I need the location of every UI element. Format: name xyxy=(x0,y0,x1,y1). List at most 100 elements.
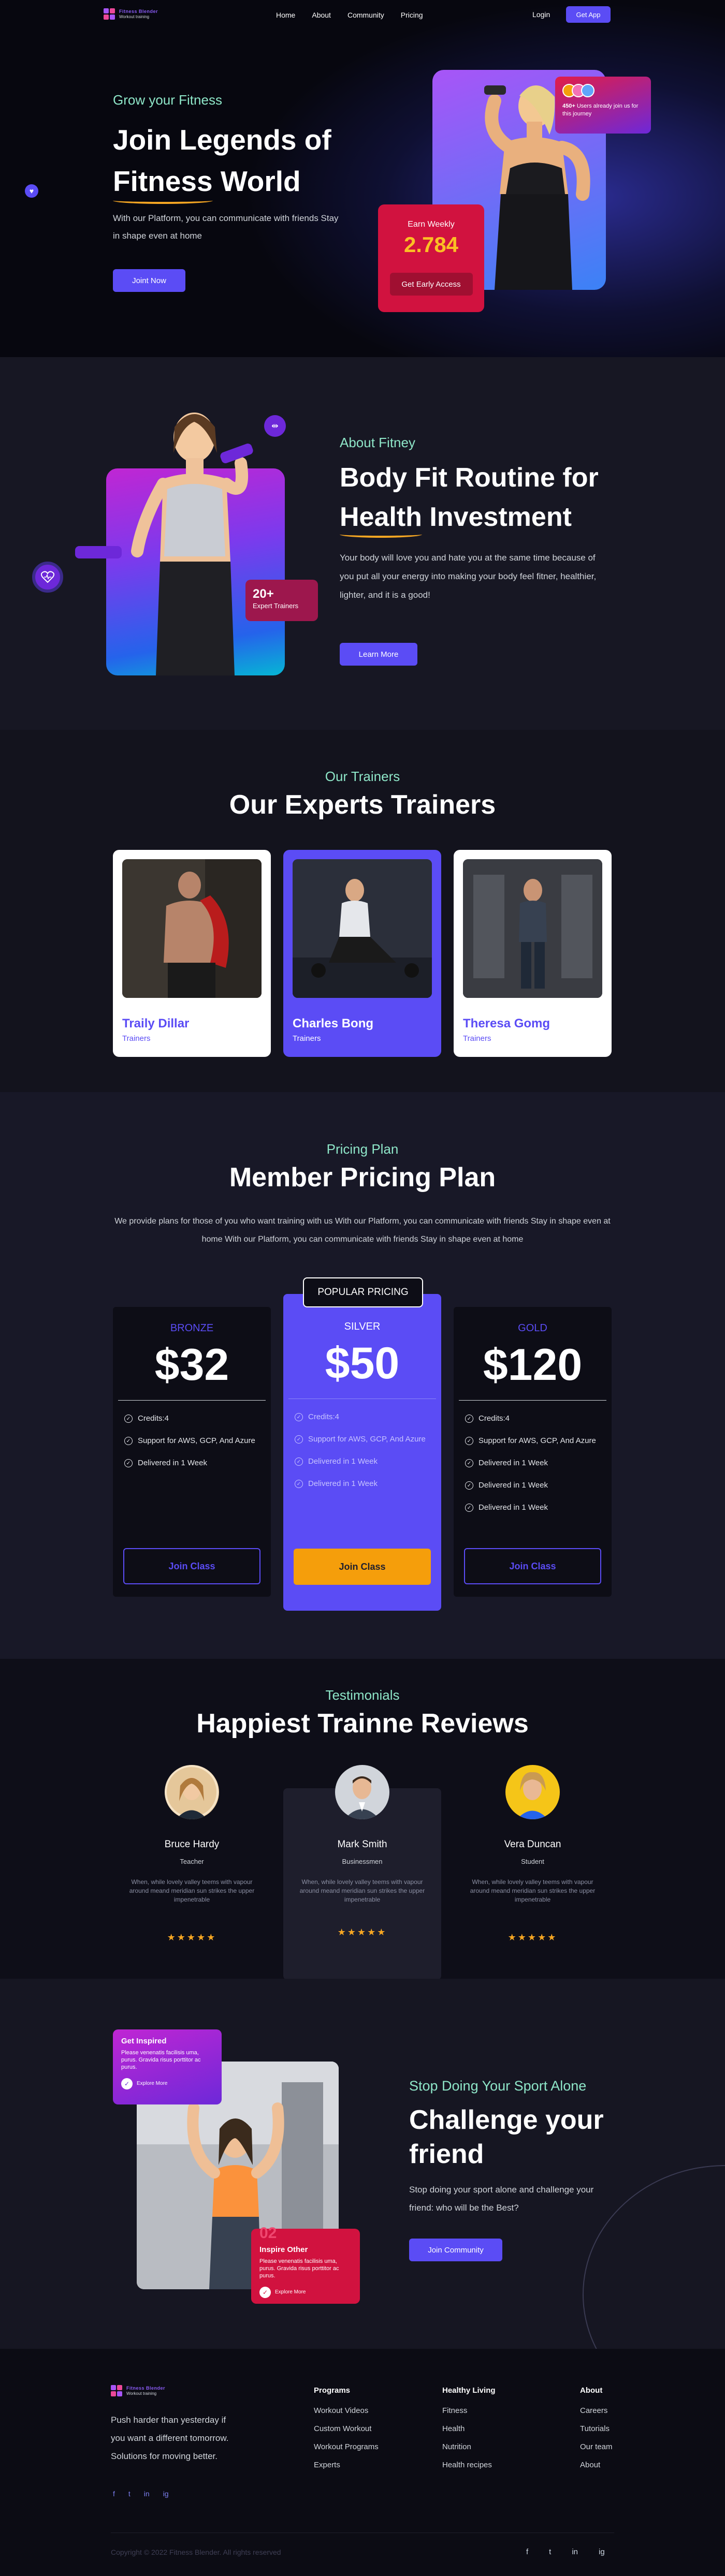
avatar xyxy=(335,1765,389,1819)
dumbbell-icon: ⇹ xyxy=(264,415,286,437)
facebook-icon[interactable]: f xyxy=(113,2490,115,2498)
reviewer-name: Mark Smith xyxy=(337,1839,387,1850)
get-app-button[interactable]: Get App xyxy=(566,6,611,23)
footer-link[interactable]: Careers xyxy=(580,2406,613,2424)
testimonial-card: Vera Duncan Student When, while lovely v… xyxy=(454,1765,612,1959)
join-now-button[interactable]: Joint Now xyxy=(113,269,185,292)
trainer-card[interactable]: Theresa Gomg Trainers xyxy=(454,850,612,1057)
trainer-role: Trainers xyxy=(293,1034,321,1043)
footer-link[interactable]: Experts xyxy=(314,2461,379,2479)
pricing-card-bronze: BRONZE $32 ✓ Credits:4 ✓ Support for AWS, … xyxy=(113,1307,271,1597)
footer-link[interactable]: Nutrition xyxy=(442,2442,496,2461)
nav-link-community[interactable]: Community xyxy=(347,11,384,19)
feature-item: ✓ Support for AWS, GCP, And Azure xyxy=(465,1436,612,1459)
pricing-description: We provide plans for those of you who wa… xyxy=(114,1217,611,1244)
plan-features: ✓ Credits:4 ✓ Support for AWS, GCP, And Az… xyxy=(465,1414,612,1525)
plan-price: $32 xyxy=(154,1340,229,1390)
linkedin-icon[interactable]: in xyxy=(572,2548,578,2556)
about-title-highlight: Health xyxy=(340,497,422,538)
logo-title: Fitness Blender xyxy=(126,2385,166,2391)
nav-link-home[interactable]: Home xyxy=(276,11,295,19)
explore-more-link[interactable]: ✓ Explore More xyxy=(259,2287,306,2298)
card-text: Please venenatis facilisis uma, purus. G… xyxy=(259,2258,339,2279)
footer-link[interactable]: Fitness xyxy=(442,2406,496,2424)
join-class-button[interactable]: Join Class xyxy=(464,1548,601,1584)
check-icon: ✓ xyxy=(295,1458,303,1466)
plan-price: $50 xyxy=(325,1338,400,1388)
check-icon: ✓ xyxy=(465,1415,473,1423)
join-class-button[interactable]: Join Class xyxy=(294,1549,431,1585)
reviewer-name: Bruce Hardy xyxy=(164,1839,220,1850)
about-athlete-image xyxy=(75,413,285,675)
footer-logo[interactable]: Fitness Blender Workout training xyxy=(111,2385,165,2396)
heart-icon[interactable]: ♥ xyxy=(25,184,38,198)
hero-subtitle: Grow your Fitness xyxy=(113,92,222,108)
check-icon: ✓ xyxy=(295,1480,303,1488)
footer-column-programs: Programs Workout Videos Custom Workout W… xyxy=(314,2386,379,2479)
twitter-icon[interactable]: t xyxy=(549,2548,551,2556)
twitter-icon[interactable]: t xyxy=(128,2490,130,2498)
footer-link[interactable]: Health recipes xyxy=(442,2461,496,2479)
footer: Fitness Blender Workout training Push ha… xyxy=(0,2349,725,2576)
plan-tier: BRONZE xyxy=(170,1322,214,1334)
check-icon: ✓ xyxy=(121,2078,133,2089)
learn-more-button[interactable]: Learn More xyxy=(340,643,417,666)
pricing-card-gold: GOLD $120 ✓ Credits:4 ✓ Support for AWS, G… xyxy=(454,1307,612,1597)
copyright: Copyright © 2022 Fitness Blender. All ri… xyxy=(111,2548,281,2556)
footer-link[interactable]: Health xyxy=(442,2424,496,2442)
trainer-name: Theresa Gomg xyxy=(463,1017,550,1031)
instagram-icon[interactable]: ig xyxy=(163,2490,169,2498)
pricing-section: Pricing Plan Member Pricing Plan We prov… xyxy=(0,1092,725,1659)
rating-stars: ★★★★★ xyxy=(337,1927,387,1937)
instagram-icon[interactable]: ig xyxy=(599,2548,605,2556)
challenge-section: Get Inspired Please venenatis facilisis … xyxy=(0,1979,725,2349)
facebook-icon[interactable]: f xyxy=(526,2548,528,2556)
check-icon: ✓ xyxy=(295,1435,303,1444)
trainer-card[interactable]: Traily Dillar Trainers xyxy=(113,850,271,1057)
explore-more-link[interactable]: ✓ Explore More xyxy=(121,2078,167,2089)
card-number: 02 xyxy=(259,2225,277,2242)
about-description: Your body will love you and hate you at … xyxy=(340,553,597,600)
footer-column-healthy-living: Healthy Living Fitness Health Nutrition … xyxy=(442,2386,496,2479)
users-count: 450+ xyxy=(562,103,575,109)
expert-trainers-badge: 20+ Expert Trainers xyxy=(245,580,318,621)
trainer-card[interactable]: Charles Bong Trainers xyxy=(283,850,441,1057)
nav-link-about[interactable]: About xyxy=(312,11,331,19)
footer-link[interactable]: Custom Workout xyxy=(314,2424,379,2442)
footer-link[interactable]: Workout Videos xyxy=(314,2406,379,2424)
avatar xyxy=(505,1765,560,1819)
footer-link[interactable]: About xyxy=(580,2461,613,2479)
pricing-title: Member Pricing Plan xyxy=(229,1162,496,1193)
logo-icon xyxy=(111,2385,122,2396)
earn-label: Earn Weekly xyxy=(408,220,455,229)
feature-item: ✓ Delivered in 1 Week xyxy=(124,1459,271,1481)
join-class-button[interactable]: Join Class xyxy=(123,1548,260,1584)
about-title-end: Investment xyxy=(429,502,572,532)
card-title: Get Inspired xyxy=(121,2037,167,2045)
nav-link-pricing[interactable]: Pricing xyxy=(401,11,423,19)
hero-description: With our Platform, you can communicate w… xyxy=(113,213,339,241)
reviewer-role: Teacher xyxy=(180,1858,204,1865)
reviewer-role: Student xyxy=(521,1858,544,1865)
plan-price: $120 xyxy=(483,1340,583,1390)
logo-title: Fitness Blender xyxy=(119,8,158,14)
trainer-photo xyxy=(463,859,602,998)
footer-link[interactable]: Workout Programs xyxy=(314,2442,379,2461)
testimonial-card: Mark Smith Businessmen When, while lovel… xyxy=(283,1765,441,1979)
hero-section: Fitness Blender Workout training Home Ab… xyxy=(0,0,725,357)
login-link[interactable]: Login xyxy=(532,10,550,19)
hero-title: Join Legends of Fitness World xyxy=(113,119,372,204)
logo[interactable]: Fitness Blender Workout training xyxy=(104,8,158,20)
column-title: About xyxy=(580,2386,603,2395)
join-community-button[interactable]: Join Community xyxy=(409,2239,502,2261)
review-text: When, while lovely valley teems with vap… xyxy=(299,1878,425,1903)
feature-item: ✓ Delivered in 1 Week xyxy=(465,1481,612,1503)
testimonial-card: Bruce Hardy Teacher When, while lovely v… xyxy=(113,1765,271,1959)
plan-tier: SILVER xyxy=(344,1321,381,1332)
footer-link[interactable]: Our team xyxy=(580,2442,613,2461)
get-early-access-button[interactable]: Get Early Access xyxy=(389,273,473,296)
footer-link[interactable]: Tutorials xyxy=(580,2424,613,2442)
check-icon: ✓ xyxy=(465,1459,473,1467)
logo-tagline: Workout training xyxy=(119,14,150,19)
linkedin-icon[interactable]: in xyxy=(144,2490,150,2498)
